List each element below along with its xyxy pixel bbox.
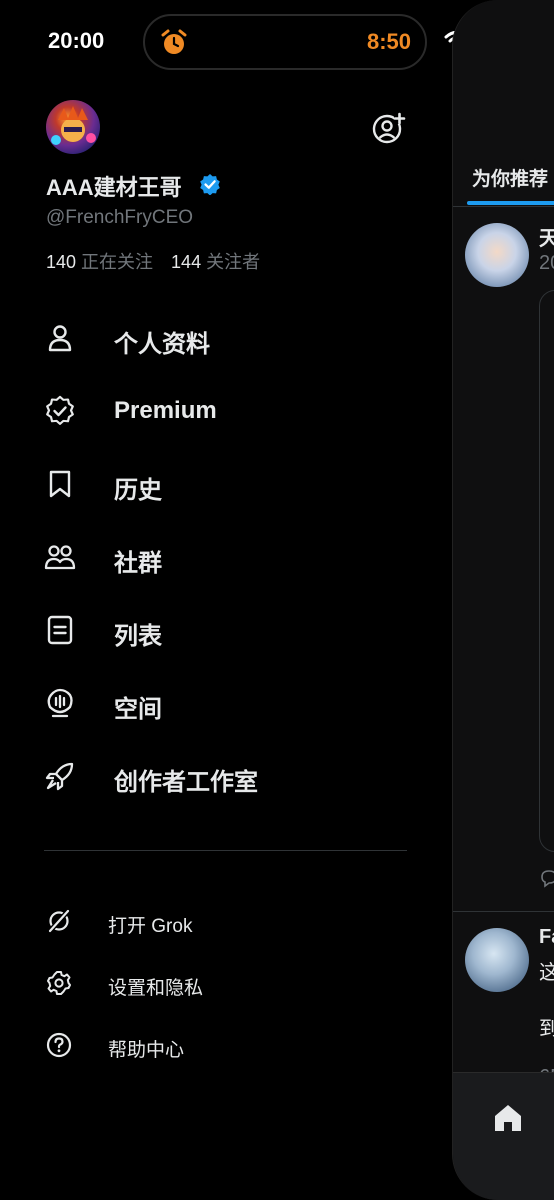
post-text: 到 — [539, 1012, 554, 1041]
home-icon[interactable] — [491, 1101, 525, 1135]
alarm-clock-icon — [161, 29, 187, 54]
following-link[interactable]: 140 正在关注 — [46, 252, 153, 272]
follow-stats: 140 正在关注 144 关注者 — [46, 248, 260, 274]
menu-item-profile[interactable]: 个人资料 — [44, 318, 404, 358]
tab-underline — [467, 201, 554, 205]
reply-icon[interactable] — [539, 868, 554, 888]
add-account-icon[interactable] — [372, 111, 406, 145]
user-handle: @FrenchFryCEO — [46, 207, 194, 228]
menu-item-lists[interactable]: 列表 — [44, 610, 404, 650]
followers-label: 关注者 — [206, 252, 261, 272]
premium-badge-icon — [46, 395, 74, 425]
grok-icon — [47, 908, 71, 934]
post-avatar[interactable] — [465, 928, 529, 992]
menu-item-label: 历史 — [114, 477, 162, 504]
post-text: 这 — [539, 956, 554, 985]
menu-item-label: 社群 — [114, 550, 162, 577]
list-icon — [47, 615, 73, 645]
menu-item-spaces[interactable]: 空间 — [44, 683, 404, 723]
spaces-icon — [47, 688, 73, 718]
verified-badge-icon[interactable] — [199, 173, 221, 195]
following-label: 正在关注 — [81, 252, 154, 272]
menu-item-premium[interactable]: Premium — [44, 391, 404, 431]
bookmark-icon — [49, 470, 71, 498]
following-count: 140 — [46, 252, 77, 272]
display-name[interactable]: AAA建材王哥 — [46, 170, 182, 202]
menu-item-creator-studio[interactable]: 创作者工作室 — [44, 756, 404, 796]
followers-count: 144 — [171, 252, 202, 272]
person-icon — [48, 325, 72, 352]
bottom-nav-bar — [453, 1072, 554, 1200]
dynamic-island[interactable]: 8:50 — [143, 14, 427, 70]
tab-for-you[interactable]: 为你推荐 — [472, 164, 548, 191]
post-meta: 20 — [539, 252, 554, 274]
menu-item-history[interactable]: 历史 — [44, 464, 404, 504]
help-icon — [46, 1032, 72, 1058]
gear-icon — [47, 971, 71, 995]
menu-item-label: 打开 Grok — [108, 916, 193, 937]
communities-icon — [44, 545, 76, 570]
post-media-card[interactable] — [539, 290, 554, 852]
screen: 20:00 8:50 78 为你推荐 天 20 Fa 这 到 6F — [0, 0, 554, 1200]
post-author: 天 — [539, 222, 554, 251]
menu-item-label: 空间 — [114, 696, 162, 723]
menu-item-label: 创作者工作室 — [114, 769, 258, 796]
menu-item-settings[interactable]: 设置和隐私 — [44, 966, 404, 1000]
menu-divider — [44, 850, 407, 851]
post-divider — [453, 911, 554, 912]
island-timer: 8:50 — [366, 29, 411, 54]
rocket-icon — [45, 762, 74, 791]
menu-item-label: 帮助中心 — [108, 1040, 185, 1061]
post-avatar[interactable] — [465, 223, 529, 287]
status-time: 20:00 — [48, 28, 105, 53]
menu-item-communities[interactable]: 社群 — [44, 537, 404, 577]
menu-item-label: 个人资料 — [114, 331, 210, 358]
post-author: Fa — [539, 926, 554, 948]
menu-item-label: Premium — [114, 397, 217, 424]
menu-item-help-center[interactable]: 帮助中心 — [44, 1028, 404, 1062]
menu-item-open-grok[interactable]: 打开 Grok — [44, 904, 404, 938]
main-timeline-panel[interactable]: 为你推荐 天 20 Fa 这 到 6F — [452, 0, 554, 1200]
followers-link[interactable]: 144 关注者 — [171, 252, 260, 272]
tab-divider — [453, 206, 554, 207]
menu-item-label: 设置和隐私 — [108, 978, 204, 999]
avatar-image — [51, 106, 96, 145]
menu-item-label: 列表 — [114, 623, 162, 650]
avatar[interactable] — [46, 100, 100, 154]
